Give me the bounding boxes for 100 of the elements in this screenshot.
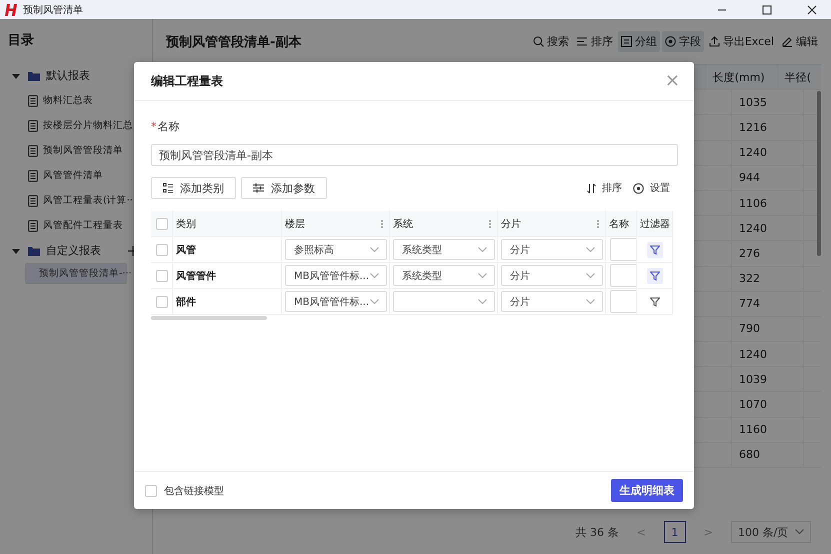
add-button[interactable]: 添加类别 xyxy=(151,177,236,199)
filter-icon xyxy=(650,296,660,306)
column-header: 名称 xyxy=(609,218,629,230)
text-button[interactable]: 排序 xyxy=(584,181,625,195)
table-cell: 1035 xyxy=(731,90,803,114)
dialog-title: 编辑工程量表 xyxy=(151,72,223,90)
chevron-icon xyxy=(370,298,379,304)
filter-button[interactable] xyxy=(646,242,662,258)
select-field[interactable]: 分片 xyxy=(501,239,603,260)
document-icon xyxy=(28,194,38,206)
total-count: 共 36 条 xyxy=(576,524,619,540)
table-cell: 1216 xyxy=(731,115,803,140)
column-header: 楼层 xyxy=(285,218,305,230)
toolbar-button[interactable]: 排序 xyxy=(574,31,616,52)
select-field[interactable]: 分片 xyxy=(501,291,603,312)
lines-icon xyxy=(576,36,588,47)
upload-icon xyxy=(708,36,720,47)
select-field[interactable]: 系统类型 xyxy=(393,239,495,260)
filter-icon xyxy=(650,270,660,280)
table-cell: 1160 xyxy=(731,418,803,442)
document-icon xyxy=(28,220,38,232)
add-button[interactable]: 添加参数 xyxy=(241,177,327,199)
column-header: 分片 xyxy=(501,218,521,230)
filter-icon xyxy=(650,244,660,254)
column-header: 长度(mm) xyxy=(704,65,777,90)
checkbox[interactable] xyxy=(156,244,168,256)
toolbar-button[interactable]: 导出Excel xyxy=(706,31,777,52)
select-field[interactable]: MB风管管件标... xyxy=(285,265,387,286)
chevron-icon xyxy=(370,272,379,278)
chevron-icon xyxy=(586,272,595,278)
table-cell: 1240 xyxy=(731,140,803,165)
close-button[interactable]: × xyxy=(664,72,680,90)
chevron-icon xyxy=(478,298,487,304)
select-field[interactable]: 系统类型 xyxy=(393,265,495,286)
table-cell: 1240 xyxy=(731,216,803,240)
sidebar-item[interactable]: 物料汇总表 xyxy=(25,88,153,113)
name-input-field[interactable]: 预制风管管段清单-副本 xyxy=(151,144,678,166)
table-cell-text: 风管管件 xyxy=(176,270,216,282)
pencil-icon xyxy=(782,36,793,47)
document-icon xyxy=(28,144,38,156)
table-cell-text: 部件 xyxy=(176,296,196,308)
toolbar-button[interactable]: 搜索 xyxy=(530,31,572,52)
checkbox[interactable] xyxy=(156,218,168,230)
chevron-icon xyxy=(586,246,595,252)
sidebar-item[interactable]: 风管管件清单 xyxy=(25,163,153,188)
chevron-icon xyxy=(478,246,487,252)
column-header: 半径( xyxy=(776,65,813,90)
column-header: 系统 xyxy=(393,218,413,230)
document-icon xyxy=(28,120,38,132)
sidebar-item[interactable]: 风管工程量表(计算·· xyxy=(25,188,153,213)
toolbar-button[interactable]: 编辑 xyxy=(779,31,821,52)
filter-button[interactable] xyxy=(646,268,662,284)
checkbox[interactable] xyxy=(156,270,168,282)
table-cell: 1070 xyxy=(731,392,803,417)
checkbox[interactable] xyxy=(156,296,168,308)
table-cell-text: 风管 xyxy=(176,244,196,256)
sidebar-item[interactable]: 风管配件工程量表 xyxy=(25,213,153,238)
select-field[interactable] xyxy=(393,291,495,312)
checkbox-label: 包含链接模型 xyxy=(164,484,224,498)
close-icon[interactable] xyxy=(807,4,817,14)
table-cell: 1240 xyxy=(731,342,803,366)
caret-icon[interactable] xyxy=(12,246,20,254)
generate-button[interactable]: 生成明细表 xyxy=(611,479,683,502)
checkbox[interactable] xyxy=(145,484,157,496)
chevron-icon xyxy=(370,246,379,252)
select-field[interactable]: 参照标高 xyxy=(285,239,387,260)
caret-icon[interactable] xyxy=(12,72,20,80)
sidebar-title: 目录 xyxy=(8,32,35,49)
document-icon xyxy=(28,94,38,106)
chevron-icon xyxy=(478,272,487,278)
page-title: 预制风管管段清单-副本 xyxy=(166,34,302,50)
page-size-select[interactable]: 100 条/页 xyxy=(731,521,811,543)
chevron-icon xyxy=(586,298,595,304)
table-cell: 1106 xyxy=(731,190,803,216)
chevron-icon xyxy=(795,529,804,535)
logo-icon xyxy=(5,2,19,16)
target-icon xyxy=(664,36,676,47)
table-cell: 322 xyxy=(731,266,803,291)
select-field[interactable]: 分片 xyxy=(501,265,603,286)
folder-icon xyxy=(28,70,40,80)
page-button[interactable]: 1 xyxy=(664,521,686,543)
document-icon xyxy=(28,170,38,182)
table-cell: 276 xyxy=(731,241,803,266)
column-header: 过滤器 xyxy=(640,218,670,230)
scrollbar[interactable] xyxy=(817,91,821,256)
sidebar-group[interactable]: 自定义报表 xyxy=(46,243,101,258)
table-cell: 944 xyxy=(731,166,803,190)
sort-icon xyxy=(587,182,596,194)
list-icon xyxy=(163,183,173,193)
sidebar-item[interactable]: 预制风管管段清单 xyxy=(25,138,153,163)
column-header: 类别 xyxy=(176,218,196,230)
maximize-icon[interactable] xyxy=(762,4,772,14)
text-button[interactable]: 设置 xyxy=(630,181,673,195)
table-cell: 680 xyxy=(731,442,803,467)
select-field[interactable]: MB风管管件标... xyxy=(285,291,387,312)
toolbar-button[interactable]: 分组 xyxy=(618,31,660,52)
sidebar-group[interactable]: 默认报表 xyxy=(46,68,90,83)
table-cell: 1039 xyxy=(731,367,803,392)
toolbar-button[interactable]: 字段 xyxy=(662,31,704,52)
sliders-icon xyxy=(253,183,264,193)
